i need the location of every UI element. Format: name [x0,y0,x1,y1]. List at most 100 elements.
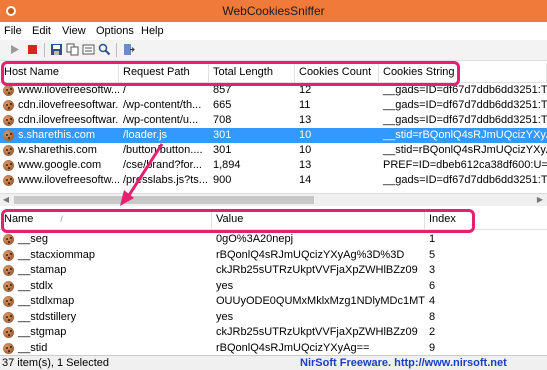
column-header-host-name[interactable]: Host Name [0,63,119,82]
scroll-right-icon[interactable]: ▶ [535,195,545,205]
menu-view[interactable]: View [62,25,86,37]
cookie-icon [3,234,14,245]
copy-icon[interactable] [66,43,79,56]
scroll-left-icon[interactable]: ◀ [1,195,11,205]
menu-options[interactable]: Options [96,25,134,37]
menu-edit[interactable]: Edit [32,25,51,37]
table-cell: 5 [429,248,436,261]
table-cell: __stgmap [18,326,67,338]
cookie-icon [3,327,14,338]
column-header-value[interactable]: Value [212,210,425,229]
table-cell: __seg [18,233,48,245]
sites-list[interactable]: Host Name Request Path Total Length Cook… [0,61,547,193]
toolbar [0,40,547,61]
cookie-icon [3,145,14,156]
table-cell: __stid [18,341,48,354]
exit-icon[interactable] [122,43,135,56]
cookie-icon [3,85,14,96]
table-cell: 708 [213,114,232,126]
toolbar-separator [116,43,117,57]
properties-icon[interactable] [82,43,95,56]
table-cell: ckJRb25sUTRzUkptVVFjaXpZWHlBZz09 [216,264,418,276]
cookie-icon [3,249,14,261]
cookie-icon [3,100,14,111]
table-cell: yes [216,310,234,323]
cookies-list-header: Name / Value Index [0,210,547,230]
table-cell: __stamap [18,264,67,276]
table-cell: OUUyODE0QUMxMklxMzg1NDlyMDc1MTY... [216,295,425,307]
table-cell: cdn.ilovefreesoftwar... [18,99,119,111]
table-cell: __gads=ID=df67d7ddb6dd3251:T=14 [383,174,547,186]
find-icon[interactable] [98,43,111,56]
table-row[interactable]: w.sharethis.com/button/button.... 301 10 __… [0,143,547,158]
table-cell: 2 [429,326,436,338]
table-row[interactable]: __stdlx yes 6 [0,279,547,294]
column-header-request-path[interactable]: Request Path [119,63,209,82]
table-cell: www.ilovefreesoftw... [18,174,119,186]
table-cell: __gads=ID=df67d7ddb6dd3251:T=14 [383,84,547,96]
cookie-icon [3,175,14,186]
menu-bar: File Edit View Options Help [0,22,547,40]
table-cell: yes [216,279,234,292]
table-cell: 857 [213,84,232,96]
table-row[interactable]: cdn.ilovefreesoftwar... /wp-content/th...… [0,98,547,113]
table-row[interactable]: s.sharethis.com/loader.js 301 10 __stid=rBQ… [0,128,547,143]
table-row[interactable]: __seg 0gO%3A20nepj 1 [0,232,547,247]
annotation-arrow [120,143,164,206]
table-row[interactable]: www.google.com/cse/brand?for... 1,894 13 PR… [0,158,547,173]
cookies-list[interactable]: Name / Value Index __seg 0gO%3A20nepj 1 __s… [0,206,547,355]
table-cell: __gads=ID=df67d7ddb6dd3251:T=14 [383,114,547,126]
table-row[interactable]: __stacxiommap rBQonlQ4sRJmUQcizYXyAg%3D%3… [0,248,547,263]
table-row[interactable]: __stid rBQonlQ4sRJmUQcizYXyAg== 9 [0,341,547,356]
stop-icon[interactable] [26,43,39,56]
menu-help[interactable]: Help [141,25,164,37]
table-cell: 665 [213,99,232,111]
table-row[interactable]: __stdstillery yes 8 [0,310,547,325]
column-header-index[interactable]: Index [425,210,547,229]
table-cell: www.ilovefreesoftw... [18,84,119,96]
table-cell: 14 [299,174,312,186]
table-cell: 13 [299,114,312,126]
window-title: WebCookiesSniffer [222,4,325,18]
table-cell: __gads=ID=df67d7ddb6dd3251:T=14 [383,99,547,111]
column-header-total-length[interactable]: Total Length [209,63,295,82]
horizontal-scrollbar[interactable]: ◀ ▶ [0,193,547,206]
status-bar: 37 item(s), 1 Selected NirSoft Freeware.… [0,355,547,370]
table-cell: 3 [429,264,436,276]
table-cell: 10 [299,144,312,156]
sites-list-header: Host Name Request Path Total Length Cook… [0,63,547,83]
table-row[interactable]: __stdlxmap OUUyODE0QUMxMklxMzg1NDlyMDc1MT… [0,294,547,309]
play-icon[interactable] [8,43,21,56]
cookie-icon [3,342,14,354]
table-row[interactable]: cdn.ilovefreesoftwar... /wp-content/u... 7… [0,113,547,128]
table-cell: 1,894 [213,159,241,171]
toolbar-separator [44,43,45,57]
column-header-cookies-count[interactable]: Cookies Count [295,63,379,82]
table-cell: __stdstillery [18,310,77,323]
cookie-icon [3,296,14,307]
menu-file[interactable]: File [4,25,22,37]
column-header-name[interactable]: Name / [0,210,212,229]
table-cell: 11 [299,99,311,111]
table-cell: 10 [299,129,312,141]
table-row[interactable]: www.ilovefreesoftw... / 857 12 __gads=ID=df6… [0,83,547,98]
table-row[interactable]: __stamap ckJRb25sUTRzUkptVVFjaXpZWHlBZz09… [0,263,547,278]
cookie-icon [3,160,14,171]
sort-indicator-icon: / [60,214,63,224]
table-cell: PREF=ID=dbeb612ca38df600:U=2c72 [383,159,547,171]
table-cell: w.sharethis.com [18,144,97,156]
table-cell: 900 [213,174,232,186]
cookie-icon [3,311,14,323]
table-cell: 8 [429,310,436,323]
save-icon[interactable] [50,43,63,56]
table-cell: 301 [213,144,232,156]
nirsoft-link[interactable]: NirSoft Freeware. http://www.nirsoft.net [300,357,507,369]
table-cell: __stid=rBQonlQ4sRJmUQcizYXyAg= [383,129,547,141]
table-cell: __stdlxmap [18,295,75,307]
table-cell: / [123,84,127,96]
table-row[interactable]: www.ilovefreesoftw.../presslabs.js?ts...… [0,173,547,188]
table-cell: 0gO%3A20nepj [216,233,294,245]
column-header-cookies-string[interactable]: Cookies String [379,63,547,82]
table-cell: __stacxiommap [18,248,96,261]
table-row[interactable]: __stgmap ckJRb25sUTRzUkptVVFjaXpZWHlBZz09… [0,325,547,340]
